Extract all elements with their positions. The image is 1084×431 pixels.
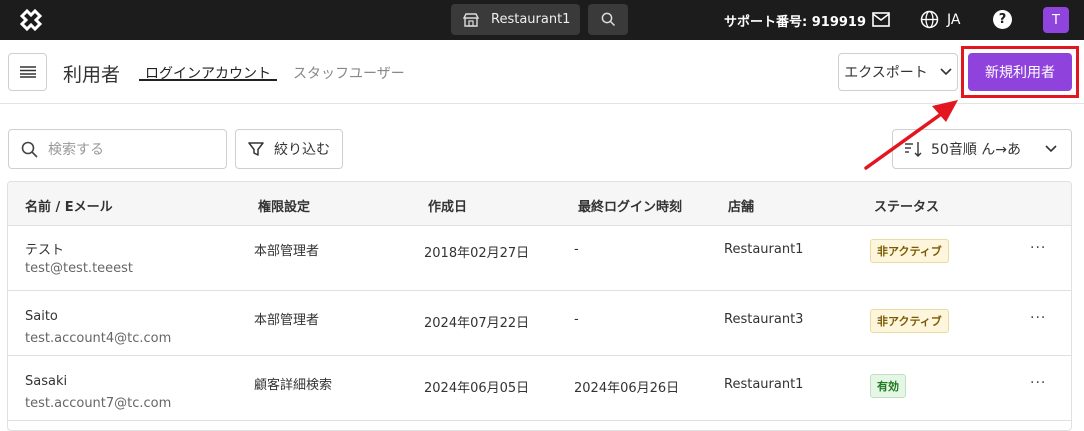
user-email: test.account4@tc.com [25,331,172,346]
more-icon[interactable]: ··· [1030,375,1046,391]
tab-login-accounts[interactable]: ログインアカウント [139,40,277,82]
created-date: 2024年06月05日 [424,381,530,396]
column-header-store[interactable]: 店舗 [728,196,754,215]
sub-header: 利用者 ログインアカウント スタッフユーザー エクスポート 新規利用者 [0,40,1084,104]
search-input[interactable]: 検索する [8,129,227,169]
status-badge: 有効 [870,374,906,398]
user-avatar[interactable]: T [1043,7,1069,33]
user-name: テスト [25,243,65,258]
language-label: JA [947,11,961,28]
search-icon [601,12,615,27]
search-icon [21,141,38,158]
status-badge: 非アクティブ [870,309,949,333]
more-icon[interactable]: ··· [1030,310,1046,326]
menu-icon [19,66,36,78]
logo-icon[interactable] [18,7,44,33]
user-email: test@test.teeest [25,261,134,276]
chevron-down-icon [940,68,952,76]
mail-icon[interactable] [872,12,890,27]
column-header-role[interactable]: 権限設定 [258,196,310,215]
table-row[interactable]: テスト test@test.teeest 本部管理者 2018年02月27日 -… [8,226,1071,291]
globe-icon [920,10,939,29]
created-date: 2024年07月22日 [424,316,530,331]
sort-selector[interactable]: 50音順 ん→あ [892,129,1072,169]
store-selector-button[interactable]: Restaurant1 [451,4,580,35]
menu-button[interactable] [8,53,47,91]
filter-icon [248,142,264,156]
users-table: 名前 / Eメール 権限設定 作成日 最終ログイン時刻 店舗 ステータス テスト… [7,181,1072,431]
search-placeholder: 検索する [48,142,104,158]
top-bar: Restaurant1 サポート番号: 919919 JA ? T [0,0,1084,40]
new-user-button[interactable]: 新規利用者 [968,53,1072,91]
user-role: 本部管理者 [254,313,320,328]
store-name: Restaurant3 [724,312,804,327]
sort-label: 50音順 ん→あ [931,142,1021,158]
store-icon [463,12,479,27]
filter-button[interactable]: 絞り込む [235,129,343,169]
global-search-button[interactable] [588,4,628,35]
column-header-last-login[interactable]: 最終ログイン時刻 [578,196,682,215]
chevron-down-icon [1045,145,1057,153]
filter-label: 絞り込む [274,142,330,158]
last-login: 2024年06月26日 [574,381,680,396]
sort-icon [905,142,922,157]
status-badge: 非アクティブ [870,239,949,263]
column-header-name[interactable]: 名前 / Eメール [25,196,113,215]
more-icon[interactable]: ··· [1030,240,1046,256]
store-name: Restaurant1 [724,242,804,257]
column-header-created[interactable]: 作成日 [428,196,467,215]
table-header: 名前 / Eメール 権限設定 作成日 最終ログイン時刻 店舗 ステータス [8,182,1071,226]
user-email: test.account7@tc.com [25,396,172,411]
table-row[interactable]: Saito test.account4@tc.com 本部管理者 2024年07… [8,291,1071,356]
page-title: 利用者 [63,64,121,86]
user-role: 本部管理者 [254,244,320,259]
column-header-status[interactable]: ステータス [874,196,939,215]
last-login: - [574,242,579,257]
export-label: エクスポート [844,65,928,81]
last-login: - [574,312,579,327]
export-button[interactable]: エクスポート [838,53,958,91]
help-icon[interactable]: ? [993,10,1012,29]
user-name: Saito [25,309,58,324]
store-name: Restaurant1 [724,377,804,392]
tab-staff-users[interactable]: スタッフユーザー [293,63,405,83]
language-selector[interactable]: JA [920,10,960,29]
user-role: 顧客詳細検索 [254,378,333,393]
table-row[interactable]: Sasaki test.account7@tc.com 顧客詳細検索 2024年… [8,356,1071,421]
user-name: Sasaki [25,374,68,389]
created-date: 2018年02月27日 [424,246,530,261]
store-name: Restaurant1 [491,12,571,27]
support-number: サポート番号: 919919 [724,15,866,30]
